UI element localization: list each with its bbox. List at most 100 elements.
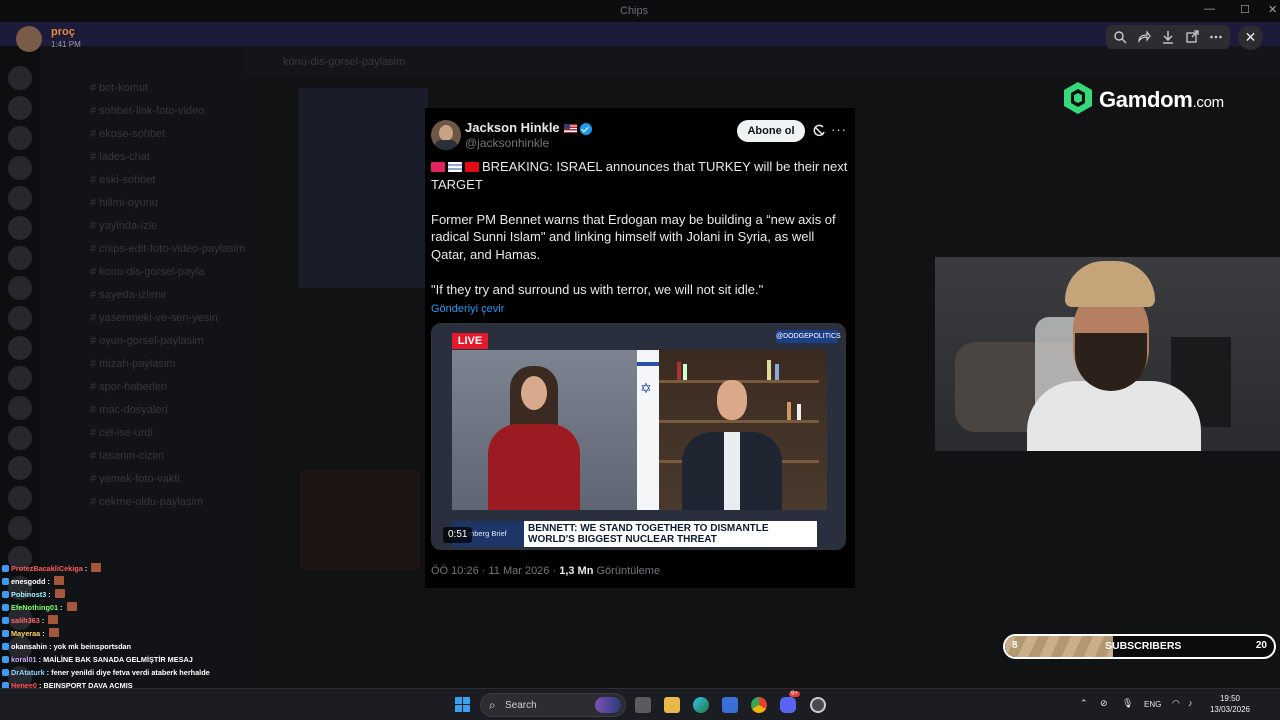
microphone-icon[interactable]: 🎙 (1122, 698, 1133, 709)
server-icon[interactable] (8, 306, 32, 330)
subscriber-goal-bar: 8 SUBSCRIBERS 20 (1003, 634, 1276, 659)
verified-badge-icon (579, 122, 592, 135)
maximize-button[interactable]: ☐ (1240, 3, 1250, 16)
server-icon[interactable] (8, 126, 32, 150)
channel-item[interactable]: # yemek-foto-vakti (90, 473, 180, 485)
open-external-icon[interactable] (1185, 30, 1199, 44)
israel-flag-icon (637, 350, 659, 510)
chat-message: enesgodd : (2, 575, 64, 588)
language-indicator[interactable]: ENG (1144, 700, 1161, 709)
channel-item[interactable]: # ekose-sohbet (90, 128, 165, 140)
chat-header: konu-dis-gorsel-paylasim (245, 46, 1280, 78)
channel-item[interactable]: # cel-ise-urdi (90, 427, 153, 439)
forward-icon[interactable] (1137, 30, 1151, 44)
start-button[interactable] (455, 697, 471, 713)
edge-icon[interactable] (693, 697, 709, 713)
channel-item[interactable]: # oyun-gorsel-paylasim (90, 335, 204, 347)
author-name[interactable]: proç (51, 26, 75, 38)
server-icon[interactable] (8, 516, 32, 540)
channel-item[interactable]: # yasenmeki-ve-sen-yesin (90, 312, 218, 324)
badge-icon (2, 630, 9, 637)
channel-item[interactable]: # eski-sohbet (90, 174, 155, 186)
siren-icon (431, 162, 445, 172)
tweet-timestamp[interactable]: ÖÖ 10:26 · 11 Mar 2026 · (431, 565, 559, 577)
server-icon[interactable] (8, 96, 32, 120)
tweet-author-name[interactable]: Jackson Hinkle (465, 120, 560, 135)
channel-item[interactable]: # mac-dosyaleri (90, 404, 168, 416)
server-icon[interactable] (8, 216, 32, 240)
chat-text: yok mk beinsportsdan (53, 642, 132, 651)
server-icon[interactable] (8, 186, 32, 210)
chat-username[interactable]: enesgodd (11, 577, 45, 586)
chat-separator: : (45, 577, 52, 586)
chat-username[interactable]: Pobinost3 (11, 590, 46, 599)
zoom-icon[interactable] (1113, 30, 1127, 44)
channel-item[interactable]: # bot-komut (90, 82, 148, 94)
clock[interactable]: 19:50 13/03/2026 (1206, 693, 1254, 715)
chat-username[interactable]: ProtezBacakliCekiga (11, 564, 83, 573)
channel-item[interactable]: # yayinda-izle (90, 220, 157, 232)
channel-item[interactable]: # tasarim-cizim (90, 450, 164, 462)
tweet-author[interactable]: Jackson Hinkle (465, 120, 592, 135)
more-options-icon[interactable]: ··· (831, 122, 847, 137)
taskbar-search[interactable]: ⌕ Search (480, 693, 626, 717)
grok-icon[interactable] (812, 124, 826, 138)
viewer-close-button[interactable]: ✕ (1238, 25, 1263, 50)
chrome-icon[interactable] (751, 697, 767, 713)
israel-flag-icon (448, 162, 462, 172)
avatar[interactable] (16, 26, 42, 52)
channel-item[interactable]: # chips-edit-foto-video-paylasim (90, 243, 245, 255)
channel-item[interactable]: # sohbet-link-foto-video (90, 105, 204, 117)
channel-item[interactable]: # lades-chat (90, 151, 150, 163)
window-close-button[interactable]: ✕ (1268, 3, 1277, 16)
message-author[interactable]: proç 1:41 PM (16, 24, 136, 52)
chat-separator: : (39, 616, 47, 625)
app-icon[interactable] (810, 697, 826, 713)
network-off-icon[interactable]: ⊘ (1100, 698, 1108, 709)
follow-button[interactable]: Abone ol (737, 120, 805, 142)
chat-separator: : (40, 629, 47, 638)
sponsor-name: Gamdom (1099, 87, 1193, 112)
chat-username[interactable]: DrAtaturk (11, 668, 45, 677)
discord-icon[interactable] (780, 697, 796, 713)
server-icon[interactable] (8, 426, 32, 450)
channel-item[interactable]: # spor-haberleri (90, 381, 167, 393)
translate-link[interactable]: Gönderiyi çevir (431, 303, 504, 315)
server-icon[interactable] (8, 366, 32, 390)
tweet-paragraph: "If they try and surround us with terror… (431, 282, 764, 298)
tweet-handle[interactable]: @jacksonhinkle (465, 136, 549, 150)
channel-item[interactable]: # konu-dis-gorsel-payla (90, 266, 204, 278)
chat-username[interactable]: koral01 (11, 655, 37, 664)
tweet-avatar[interactable] (431, 120, 461, 150)
volume-icon[interactable]: ♪ (1188, 698, 1193, 708)
chat-username[interactable]: Mayeraa (11, 629, 40, 638)
channel-item[interactable]: # sayeda-izlenir (90, 289, 167, 301)
server-icon[interactable] (8, 276, 32, 300)
server-icon[interactable] (8, 336, 32, 360)
task-view-icon[interactable] (635, 697, 651, 713)
tray-chevron-icon[interactable]: ⌃ (1080, 698, 1088, 709)
more-icon[interactable] (1209, 30, 1223, 44)
wifi-icon[interactable]: ◠ (1172, 698, 1180, 709)
channel-item[interactable]: # mizah-paylasim (90, 358, 176, 370)
file-explorer-icon[interactable] (664, 697, 680, 713)
chat-message: Pobinost3 : (2, 588, 65, 601)
channel-item[interactable]: # hillmi-oyunu (90, 197, 158, 209)
server-icon[interactable] (8, 396, 32, 420)
server-icon[interactable] (8, 66, 32, 90)
minimize-button[interactable]: — (1204, 3, 1215, 15)
server-icon[interactable] (8, 246, 32, 270)
chat-username[interactable]: salih363 (11, 616, 40, 625)
tweet-views: 1,3 Mn (559, 565, 594, 577)
discord-banner (0, 22, 1280, 46)
chat-username[interactable]: EfeNothing01 (11, 603, 58, 612)
sponsor-brand: Gamdom.com (1099, 87, 1224, 113)
tweet-video[interactable]: LIVE @DODGEPOLITICS mberg Brief BENNETT:… (431, 323, 846, 550)
channel-item[interactable]: # cekme-oldu-paylasim (90, 496, 203, 508)
server-icon[interactable] (8, 156, 32, 180)
store-icon[interactable] (722, 697, 738, 713)
server-icon[interactable] (8, 456, 32, 480)
download-icon[interactable] (1161, 30, 1175, 44)
chat-username[interactable]: okansahin (11, 642, 47, 651)
server-icon[interactable] (8, 486, 32, 510)
